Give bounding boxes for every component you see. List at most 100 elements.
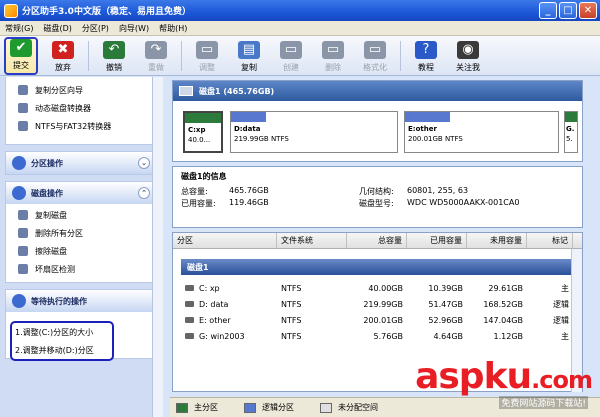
partition-block-g[interactable]: G. 5. (564, 111, 578, 153)
toolbar: ✔ 提交 ✖ 放弃 ↶ 撤销 ↷ 重做 ▭ 调整 ▤ 复制 ▭ 创建 ▭ 删除 ▭ 格式化? 教程 ◉ 关注我 (0, 36, 600, 76)
close-button[interactable]: ✕ (579, 2, 597, 19)
toolbar-button-4[interactable]: ▭ 调整 (186, 37, 228, 75)
watermark-subtitle: 免费网站源码下载站! (499, 396, 588, 409)
disk-icon (18, 228, 28, 238)
wizard-copy-partition[interactable]: 复制分区向导 (6, 81, 156, 99)
gear-icon (12, 294, 26, 308)
col-used[interactable]: 已用容量 (407, 233, 467, 248)
cell-part: C: xp (181, 284, 277, 293)
wipe-disk-item[interactable]: 擦除磁盘 (6, 242, 156, 260)
copy-icon: ▤ (238, 40, 260, 59)
cell-flag: 逻辑 (553, 299, 569, 309)
undo-icon: ↶ (103, 40, 125, 59)
pending-op-item[interactable]: 1.调整(C:)分区的大小 (12, 323, 112, 341)
disk-icon (18, 210, 28, 220)
copy-disk-item[interactable]: 复制磁盘 (6, 206, 156, 224)
chevron-up-icon[interactable]: ⌃ (138, 187, 150, 199)
col-free[interactable]: 未用容量 (467, 233, 527, 248)
toolbar-button-8[interactable]: ▭ 格式化 (354, 37, 396, 75)
wizard-icon (18, 85, 28, 95)
pending-op-item[interactable]: 2.调整并移动(D:)分区 (12, 341, 112, 359)
cell-total: 200.01GB (363, 315, 403, 325)
menu-disk[interactable]: 磁盘(D) (38, 23, 76, 34)
toolbar-button-9[interactable]: ? 教程 (405, 37, 447, 75)
cell-used: 52.96GB (428, 315, 463, 325)
cell-part: G: win2003 (181, 332, 277, 341)
menu-bar: 常规(G) 磁盘(D) 分区(P) 向导(W) 帮助(H) (0, 21, 600, 36)
disk-info-panel: 磁盘1的信息 总容量: 465.76GB 几何结构: 60801, 255, 63 已… (172, 166, 583, 228)
legend-swatch (244, 402, 256, 413)
toolbar-button-10[interactable]: ◉ 关注我 (447, 37, 489, 75)
disk-icon (18, 264, 28, 274)
minimize-button[interactable]: _ (539, 2, 557, 19)
toolbar-button-0[interactable]: ✔ 提交 (4, 36, 38, 75)
toolbar-button-6[interactable]: ▭ 创建 (270, 37, 312, 75)
window-title: 分区助手3.0中文版（稳定、易用且免费） (22, 7, 191, 17)
disk-ops-panel: 磁盘操作 ⌃ 复制磁盘 删除所有分区 擦除磁盘 坏扇区检测 (5, 181, 157, 283)
cell-used: 4.64GB (433, 331, 464, 341)
partition-block-c[interactable]: C:xp 40.0... (183, 111, 223, 153)
toolbar-button-1[interactable]: ✖ 放弃 (42, 37, 84, 75)
disk-map-header[interactable]: 磁盘1 (465.76GB) (173, 81, 582, 101)
wizard-panel: 复制分区向导 动态磁盘转换器 NTFS与FAT32转换器 (5, 77, 157, 145)
delete-all-partitions-item[interactable]: 删除所有分区 (6, 224, 156, 242)
redo-icon: ↷ (145, 40, 167, 59)
cell-used: 51.47GB (428, 299, 463, 309)
col-total[interactable]: 总容量 (347, 233, 407, 248)
cell-total: 219.99GB (363, 299, 403, 309)
help-icon: ? (415, 40, 437, 59)
hard-disk-icon (179, 86, 193, 96)
partition-block-d[interactable]: D:data 219.99GB NTFS (230, 111, 398, 153)
partition-block-e[interactable]: E:other 200.01GB NTFS (404, 111, 559, 153)
pending-ops-title: 等待执行的操作 (31, 296, 87, 306)
cell-flag: 主 (561, 283, 569, 293)
cell-flag: 主 (561, 331, 569, 341)
wizard-dynamic-disk[interactable]: 动态磁盘转换器 (6, 99, 156, 117)
col-partition[interactable]: 分区 (173, 233, 277, 248)
drive-icon (185, 284, 194, 291)
checkmark-icon: ✔ (10, 38, 32, 57)
maximize-button[interactable]: □ (559, 2, 577, 19)
cross-icon: ✖ (52, 40, 74, 59)
wizard-icon (18, 121, 28, 131)
total-capacity: 465.76GB (229, 186, 269, 195)
cell-flag: 逻辑 (553, 315, 569, 325)
bad-sector-check-item[interactable]: 坏扇区检测 (6, 260, 156, 278)
table-row[interactable]: D: data NTFS 219.99GB 51.47GB 168.52GB 逻辑 (181, 296, 573, 312)
col-filesystem[interactable]: 文件系统 (277, 233, 347, 248)
disk-model: WDC WD5000AAKX-001CA0 (407, 198, 520, 207)
toolbar-separator (400, 40, 401, 71)
toolbar-button-7[interactable]: ▭ 删除 (312, 37, 354, 75)
disk-ops-title: 磁盘操作 (31, 188, 63, 198)
col-flag[interactable]: 标记 (527, 233, 573, 248)
drive-icon (185, 300, 194, 307)
menu-help[interactable]: 帮助(H) (154, 23, 192, 34)
table-row[interactable]: C: xp NTFS 40.00GB 10.39GB 29.61GB 主 (181, 280, 573, 296)
menu-general[interactable]: 常规(G) (0, 23, 38, 34)
menu-wizard[interactable]: 向导(W) (114, 23, 154, 34)
cell-free: 29.61GB (488, 283, 523, 293)
create-icon: ▭ (280, 40, 302, 59)
left-panel: 复制分区向导 动态磁盘转换器 NTFS与FAT32转换器 分区操作 ⌄ 磁盘操作 ⌃… (0, 77, 163, 417)
toolbar-separator (88, 40, 89, 71)
table-row[interactable]: E: other NTFS 200.01GB 52.96GB 147.04GB 逻辑 (181, 312, 573, 328)
partition-ops-panel[interactable]: 分区操作 ⌄ (5, 151, 157, 175)
chevron-down-icon[interactable]: ⌄ (138, 157, 150, 169)
gear-icon (12, 186, 26, 200)
toolbar-separator (181, 40, 182, 71)
disk-map: 磁盘1 (465.76GB) C:xp 40.0... D:data 219.99G… (172, 80, 583, 162)
cell-fs: NTFS (281, 283, 302, 293)
toolbar-button-3[interactable]: ↷ 重做 (135, 37, 177, 75)
toolbar-button-2[interactable]: ↶ 撤销 (93, 37, 135, 75)
gear-icon (12, 156, 26, 170)
delete-icon: ▭ (322, 40, 344, 59)
used-capacity: 119.46GB (229, 198, 269, 207)
left-scrollbar[interactable] (152, 77, 163, 417)
app-icon (4, 3, 18, 18)
menu-partition[interactable]: 分区(P) (77, 23, 114, 34)
cell-total: 5.76GB (373, 331, 404, 341)
toolbar-button-5[interactable]: ▤ 复制 (228, 37, 270, 75)
wizard-ntfs-fat32[interactable]: NTFS与FAT32转换器 (6, 117, 156, 135)
disk-group-row[interactable]: 磁盘1 (181, 259, 573, 275)
table-row[interactable]: G: win2003 NTFS 5.76GB 4.64GB 1.12GB 主 (181, 328, 573, 344)
